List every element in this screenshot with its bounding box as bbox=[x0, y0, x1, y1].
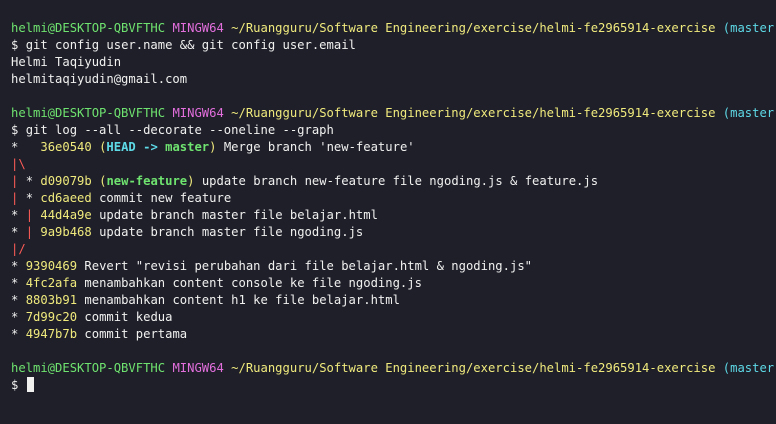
prompt-dollar: $ bbox=[11, 123, 19, 137]
git-log-line: | * cd6aeed commit new feature bbox=[11, 190, 776, 207]
graph-lines: | * bbox=[11, 174, 34, 188]
prompt-branch: (master) bbox=[722, 21, 776, 35]
graph-lines: |\ bbox=[11, 157, 26, 171]
commit-hash: 9a9b468 bbox=[40, 225, 92, 239]
prompt-line: helmi@DESKTOP-QBVFTHC MINGW64 ~/Ruanggur… bbox=[11, 20, 776, 37]
graph-lines: * | bbox=[11, 208, 34, 222]
commit-hash: 36e0540 bbox=[40, 140, 92, 154]
output-line: Helmi Taqiyudin bbox=[11, 55, 122, 69]
prompt-branch: (master) bbox=[722, 106, 776, 120]
graph-lines: * bbox=[11, 140, 19, 154]
commit-message: Revert "revisi perubahan dari file belaj… bbox=[84, 259, 532, 273]
commit-hash: 4fc2afa bbox=[25, 276, 78, 290]
graph-lines: * | bbox=[11, 225, 34, 239]
graph-lines: * bbox=[11, 276, 19, 290]
prompt-user-host: helmi@DESKTOP-QBVFTHC bbox=[11, 106, 166, 120]
prompt-line: helmi@DESKTOP-QBVFTHC MINGW64 ~/Ruanggur… bbox=[11, 105, 776, 122]
commit-message: update branch master file belajar.html bbox=[99, 208, 378, 222]
prompt-user-host: helmi@DESKTOP-QBVFTHC bbox=[11, 361, 166, 375]
prompt-dollar: $ bbox=[11, 378, 19, 392]
command-input-line[interactable]: $ bbox=[11, 377, 776, 394]
commit-message: update branch new-feature file ngoding.j… bbox=[201, 174, 599, 188]
git-log-line: * 4fc2afa menambahkan content console ke… bbox=[11, 275, 776, 292]
prompt-dollar: $ bbox=[11, 38, 19, 52]
prompt-path: ~/Ruangguru/Software Engineering/exercis… bbox=[231, 21, 716, 35]
command-line: $ git log --all --decorate --oneline --g… bbox=[11, 122, 776, 139]
commit-message: commit kedua bbox=[84, 310, 173, 324]
git-log-line: * | 44d4a9e update branch master file be… bbox=[11, 207, 776, 224]
ref-label: HEAD -> bbox=[106, 140, 166, 154]
commit-message: update branch master file ngoding.js bbox=[99, 225, 364, 239]
git-log-line: | * d09079b (new-feature) update branch … bbox=[11, 174, 599, 188]
commit-message: commit new feature bbox=[99, 191, 232, 205]
commit-hash: cd6aeed bbox=[40, 191, 92, 205]
terminal-window[interactable]: helmi@DESKTOP-QBVFTHC MINGW64 ~/Ruanggur… bbox=[0, 0, 776, 424]
graph-lines: * bbox=[11, 327, 19, 341]
commit-message: commit pertama bbox=[84, 327, 188, 341]
commit-message: menambahkan content h1 ke file belajar.h… bbox=[84, 293, 400, 307]
prompt-shell: MINGW64 bbox=[172, 106, 224, 120]
prompt-user-host: helmi@DESKTOP-QBVFTHC bbox=[11, 21, 166, 35]
commit-message: menambahkan content console ke file ngod… bbox=[84, 276, 422, 290]
commit-hash: 4947b7b bbox=[25, 327, 78, 341]
graph-lines: * bbox=[11, 310, 19, 324]
command-text: git config user.name && git config user.… bbox=[25, 38, 356, 52]
command-text: git log --all --decorate --oneline --gra… bbox=[25, 123, 334, 137]
commit-message: Merge branch 'new-feature' bbox=[223, 140, 415, 154]
graph-lines: * bbox=[11, 293, 19, 307]
text-cursor[interactable] bbox=[26, 377, 34, 392]
git-log-line: * 9390469 Revert "revisi perubahan dari … bbox=[11, 258, 776, 275]
git-log-line: * 36e0540 (HEAD -> master) Merge branch … bbox=[11, 140, 415, 154]
prompt-path: ~/Ruangguru/Software Engineering/exercis… bbox=[231, 106, 716, 120]
git-log-line: |/ bbox=[11, 241, 776, 258]
ref-label: new-feature bbox=[106, 174, 188, 188]
ref-label: master bbox=[165, 140, 210, 154]
commit-hash: 7d99c20 bbox=[25, 310, 78, 324]
commit-hash: 9390469 bbox=[25, 259, 78, 273]
graph-lines: |/ bbox=[11, 242, 26, 256]
git-log-line: * 4947b7b commit pertama bbox=[11, 326, 776, 343]
git-log-line: * 8803b91 menambahkan content h1 ke file… bbox=[11, 292, 776, 309]
git-log-line: * | 9a9b468 update branch master file ng… bbox=[11, 224, 776, 241]
graph-lines: | * bbox=[11, 191, 34, 205]
prompt-branch: (master) bbox=[722, 361, 776, 375]
graph-lines: * bbox=[11, 259, 19, 273]
prompt-shell: MINGW64 bbox=[172, 21, 224, 35]
prompt-shell: MINGW64 bbox=[172, 361, 224, 375]
command-line: $ git config user.name && git config use… bbox=[11, 37, 776, 54]
commit-hash: 44d4a9e bbox=[40, 208, 92, 222]
git-log-output: * 36e0540 (HEAD -> master) Merge branch … bbox=[11, 139, 776, 343]
git-log-line: * 7d99c20 commit kedua bbox=[11, 309, 776, 326]
commit-hash: d09079b bbox=[40, 174, 92, 188]
git-log-line: |\ bbox=[11, 156, 776, 173]
prompt-path: ~/Ruangguru/Software Engineering/exercis… bbox=[231, 361, 716, 375]
commit-hash: 8803b91 bbox=[25, 293, 78, 307]
prompt-line: helmi@DESKTOP-QBVFTHC MINGW64 ~/Ruanggur… bbox=[11, 360, 776, 377]
output-line: helmitaqiyudin@gmail.com bbox=[11, 72, 188, 86]
